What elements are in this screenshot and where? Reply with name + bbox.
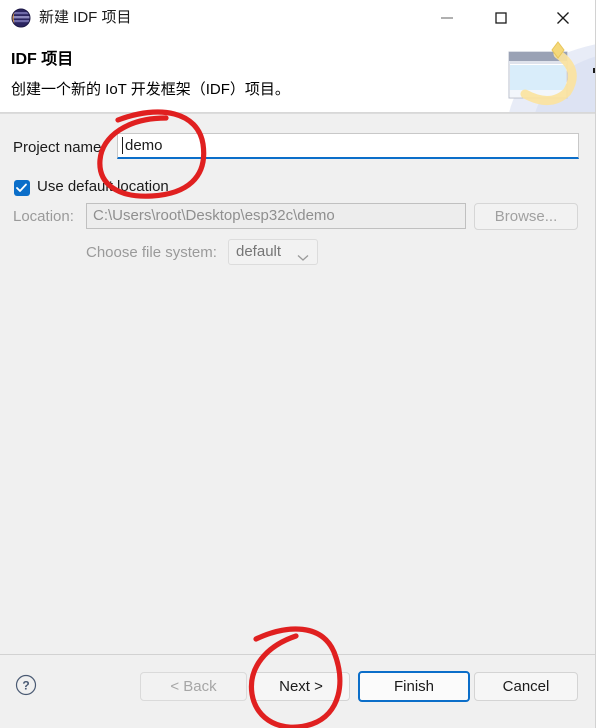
window-title: 新建 IDF 项目	[39, 9, 132, 26]
next-button[interactable]: Next >	[252, 672, 350, 701]
minimize-button[interactable]	[424, 0, 470, 36]
checkbox-checked-icon	[14, 180, 30, 196]
project-name-input[interactable]: demo	[117, 133, 579, 159]
back-button[interactable]: < Back	[140, 672, 247, 701]
help-icon[interactable]: ?	[15, 674, 37, 696]
file-system-select[interactable]: default	[228, 239, 318, 265]
eclipse-logo-icon	[11, 8, 31, 28]
maximize-button[interactable]	[478, 0, 524, 36]
title-bar: 新建 IDF 项目	[0, 0, 595, 36]
wizard-header: IDF 项目 创建一个新的 IoT 开发框架（IDF）项目。	[0, 36, 595, 113]
file-system-selected-value: default	[236, 243, 282, 260]
close-button[interactable]	[540, 0, 586, 36]
svg-text:?: ?	[22, 679, 29, 693]
project-name-value: demo	[125, 137, 163, 154]
location-input[interactable]: C:\Users\root\Desktop\esp32c\demo	[86, 203, 466, 229]
page-description: 创建一个新的 IoT 开发框架（IDF）项目。	[11, 81, 290, 98]
text-caret	[122, 137, 123, 154]
project-name-label: Project name:	[13, 139, 106, 156]
chevron-down-icon	[297, 249, 309, 267]
finish-button[interactable]: Finish	[358, 671, 470, 702]
location-value: C:\Users\root\Desktop\esp32c\demo	[93, 207, 335, 224]
page-title: IDF 项目	[11, 51, 74, 68]
browse-button[interactable]: Browse...	[474, 203, 578, 230]
cancel-button[interactable]: Cancel	[474, 672, 578, 701]
new-idf-project-dialog: 新建 IDF 项目 IDF 项目 创建一个新的 IoT 开发框架（IDF）项目。…	[0, 0, 596, 728]
choose-file-system-label: Choose file system:	[86, 244, 217, 261]
new-project-wizard-banner-icon	[487, 36, 595, 113]
use-default-location-label: Use default location	[37, 178, 169, 195]
location-label: Location:	[13, 208, 74, 225]
